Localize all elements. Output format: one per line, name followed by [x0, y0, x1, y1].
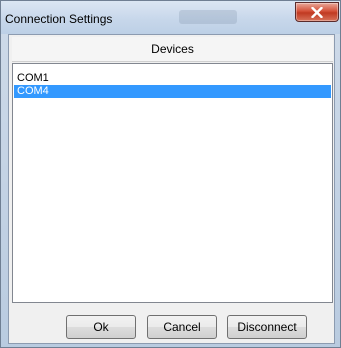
title-bar[interactable]: Connection Settings — [1, 1, 340, 34]
close-button[interactable] — [295, 2, 339, 22]
devices-column-header[interactable]: Devices — [12, 37, 333, 62]
window-title: Connection Settings — [5, 12, 113, 26]
close-icon — [296, 3, 338, 21]
background-blur — [179, 10, 237, 24]
devices-list[interactable]: COM1 COM4 — [12, 63, 333, 303]
cancel-button[interactable]: Cancel — [147, 315, 217, 339]
device-item-com4[interactable]: COM4 — [14, 85, 331, 98]
dialog-content: Devices COM1 COM4 Ok Cancel Disconnect — [8, 34, 335, 344]
connection-settings-dialog: Connection Settings Devices COM1 COM4 Ok… — [0, 0, 341, 348]
ok-button[interactable]: Ok — [66, 315, 136, 339]
device-item-com1[interactable]: COM1 — [14, 72, 331, 85]
disconnect-button[interactable]: Disconnect — [227, 315, 307, 339]
